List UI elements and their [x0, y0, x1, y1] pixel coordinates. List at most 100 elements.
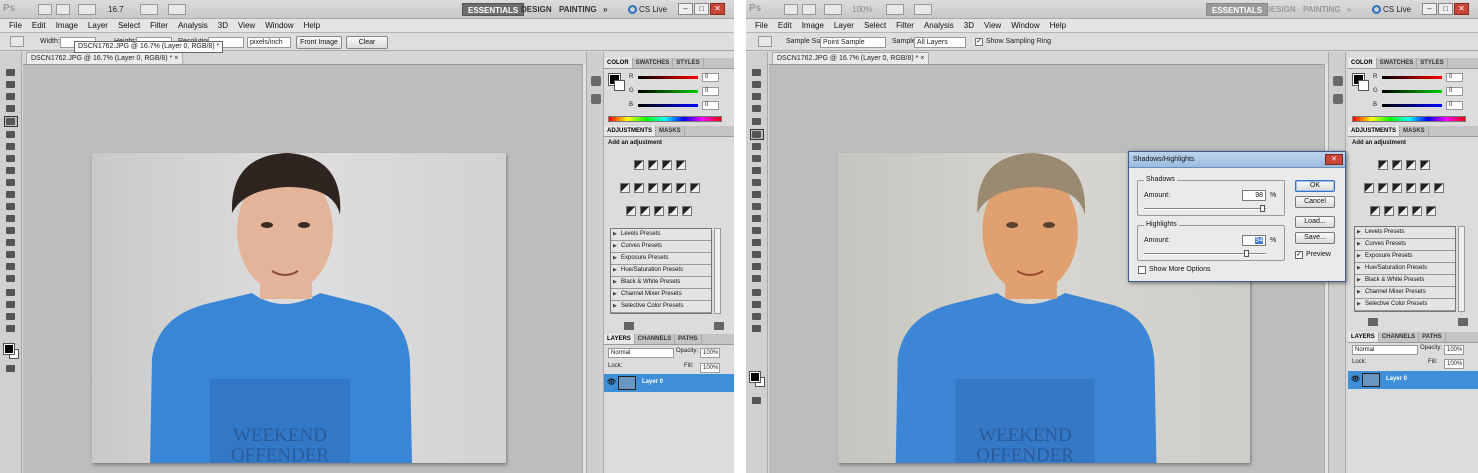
healing-brush-tool-icon[interactable]: [751, 142, 763, 151]
gradient-tool-icon[interactable]: [751, 202, 763, 211]
menu-layer[interactable]: Layer: [83, 19, 113, 32]
pen-tool-icon[interactable]: [751, 238, 763, 247]
vibrance-icon[interactable]: [620, 183, 630, 193]
menu-select[interactable]: Select: [113, 19, 145, 32]
front-image-button[interactable]: Front Image: [296, 36, 342, 49]
tab-layers[interactable]: LAYERS: [604, 334, 635, 344]
show-sampling-ring-checkbox[interactable]: ✓: [975, 38, 983, 46]
tab-swatches[interactable]: SWATCHES: [1377, 58, 1418, 68]
preset-curves[interactable]: Curves Presets: [1355, 239, 1455, 251]
gradient-map-icon[interactable]: [668, 206, 678, 216]
background-swatch[interactable]: [1358, 80, 1369, 91]
minimize-button[interactable]: –: [678, 3, 693, 15]
highlights-amount-input[interactable]: 94: [1242, 235, 1266, 246]
preset-curves[interactable]: Curves Presets: [611, 241, 711, 253]
menu-window[interactable]: Window: [260, 19, 298, 32]
blur-tool-icon[interactable]: [5, 214, 17, 223]
zoom-tool-icon[interactable]: [5, 324, 17, 333]
layer-row-layer0[interactable]: 👁 Layer 0: [1348, 371, 1478, 389]
lasso-tool-icon[interactable]: [5, 92, 17, 101]
workspace-design[interactable]: DESIGN: [1260, 3, 1301, 16]
tab-adjustments[interactable]: ADJUSTMENTS: [1348, 126, 1401, 136]
tab-channels[interactable]: CHANNELS: [1379, 332, 1420, 342]
exposure-icon[interactable]: [1420, 160, 1430, 170]
red-slider[interactable]: [1382, 76, 1442, 79]
more-workspaces-icon[interactable]: »: [1342, 3, 1356, 16]
gradient-tool-icon[interactable]: [5, 202, 17, 211]
menu-file[interactable]: File: [750, 19, 773, 32]
brush-tool-icon[interactable]: [5, 154, 17, 163]
tab-paths[interactable]: PATHS: [1419, 332, 1446, 342]
menu-3d[interactable]: 3D: [213, 19, 233, 32]
menu-view[interactable]: View: [979, 19, 1006, 32]
menu-analysis[interactable]: Analysis: [173, 19, 213, 32]
resolution-unit-select[interactable]: pixels/inch: [247, 37, 291, 48]
preset-selective-color[interactable]: Selective Color Presets: [611, 301, 711, 313]
eyedropper-tool-icon[interactable]: [750, 129, 764, 140]
document-tab-close-icon[interactable]: ×: [920, 55, 924, 62]
tab-styles[interactable]: STYLES: [1417, 58, 1448, 68]
workspace-painting[interactable]: PAINTING: [1298, 3, 1346, 16]
shape-tool-icon[interactable]: [5, 274, 17, 283]
menu-image[interactable]: Image: [51, 19, 83, 32]
color-balance-icon[interactable]: [1392, 183, 1402, 193]
zoom-tool-icon[interactable]: [751, 324, 763, 333]
presets-scrollbar[interactable]: [714, 228, 721, 314]
eraser-tool-icon[interactable]: [5, 190, 17, 199]
document-tab[interactable]: DSCN1762.JPG @ 16.7% (Layer 0, RGB/8) * …: [772, 52, 930, 64]
hand-tool-icon[interactable]: [5, 312, 17, 321]
zoom-level[interactable]: 100%: [852, 5, 872, 14]
bridge-icon[interactable]: [784, 4, 798, 15]
3d-rotate-tool-icon[interactable]: [751, 288, 763, 297]
tab-paths[interactable]: PATHS: [675, 334, 702, 344]
foreground-background-color-icon[interactable]: [3, 343, 19, 359]
green-value[interactable]: 0: [1446, 87, 1463, 96]
clip-to-layer-icon[interactable]: [714, 322, 724, 330]
hue-saturation-icon[interactable]: [1378, 183, 1388, 193]
cs-live-button[interactable]: CS Live: [628, 3, 667, 16]
preset-hue-saturation[interactable]: Hue/Saturation Presets: [1355, 263, 1455, 275]
document-tab-close-icon[interactable]: ×: [174, 55, 178, 62]
pen-tool-icon[interactable]: [5, 238, 17, 247]
clone-stamp-tool-icon[interactable]: [5, 166, 17, 175]
preset-hue-saturation[interactable]: Hue/Saturation Presets: [611, 265, 711, 277]
color-spectrum[interactable]: [608, 116, 722, 122]
preset-exposure[interactable]: Exposure Presets: [1355, 251, 1455, 263]
clone-stamp-tool-icon[interactable]: [751, 166, 763, 175]
highlights-amount-slider[interactable]: [1144, 250, 1266, 257]
opacity-value[interactable]: 100%: [700, 348, 720, 358]
fill-value[interactable]: 100%: [700, 363, 720, 373]
color-spectrum[interactable]: [1352, 116, 1466, 122]
crop-tool-icon[interactable]: [4, 116, 18, 127]
green-value[interactable]: 0: [702, 87, 719, 96]
tab-adjustments[interactable]: ADJUSTMENTS: [604, 126, 657, 136]
tab-color[interactable]: COLOR: [604, 58, 633, 68]
minimize-button[interactable]: –: [1422, 3, 1437, 15]
photo-filter-icon[interactable]: [676, 183, 686, 193]
preview-checkbox[interactable]: ✓: [1295, 251, 1303, 259]
black-white-icon[interactable]: [1406, 183, 1416, 193]
menu-help[interactable]: Help: [1045, 19, 1071, 32]
brush-tool-icon[interactable]: [751, 154, 763, 163]
presets-scrollbar[interactable]: [1458, 226, 1465, 312]
channel-mixer-icon[interactable]: [1434, 183, 1444, 193]
history-panel-icon[interactable]: [591, 76, 601, 86]
curves-icon[interactable]: [1406, 160, 1416, 170]
tab-masks[interactable]: MASKS: [1400, 126, 1429, 136]
close-button[interactable]: ✕: [710, 3, 725, 15]
blur-tool-icon[interactable]: [751, 214, 763, 223]
preset-levels[interactable]: Levels Presets: [611, 229, 711, 241]
vibrance-icon[interactable]: [1364, 183, 1374, 193]
move-tool-icon[interactable]: [751, 68, 763, 77]
quick-mask-icon[interactable]: [5, 364, 17, 373]
menu-view[interactable]: View: [233, 19, 260, 32]
return-to-list-icon[interactable]: [624, 322, 634, 330]
3d-orbit-tool-icon[interactable]: [751, 300, 763, 309]
green-slider[interactable]: [1382, 90, 1442, 93]
workspace-essentials[interactable]: ESSENTIALS: [1206, 3, 1269, 16]
blue-slider[interactable]: [638, 104, 698, 107]
lasso-tool-icon[interactable]: [751, 92, 763, 101]
preset-channel-mixer[interactable]: Channel Mixer Presets: [611, 289, 711, 301]
highlights-slider-knob[interactable]: [1243, 250, 1249, 257]
blue-value[interactable]: 0: [702, 101, 719, 110]
